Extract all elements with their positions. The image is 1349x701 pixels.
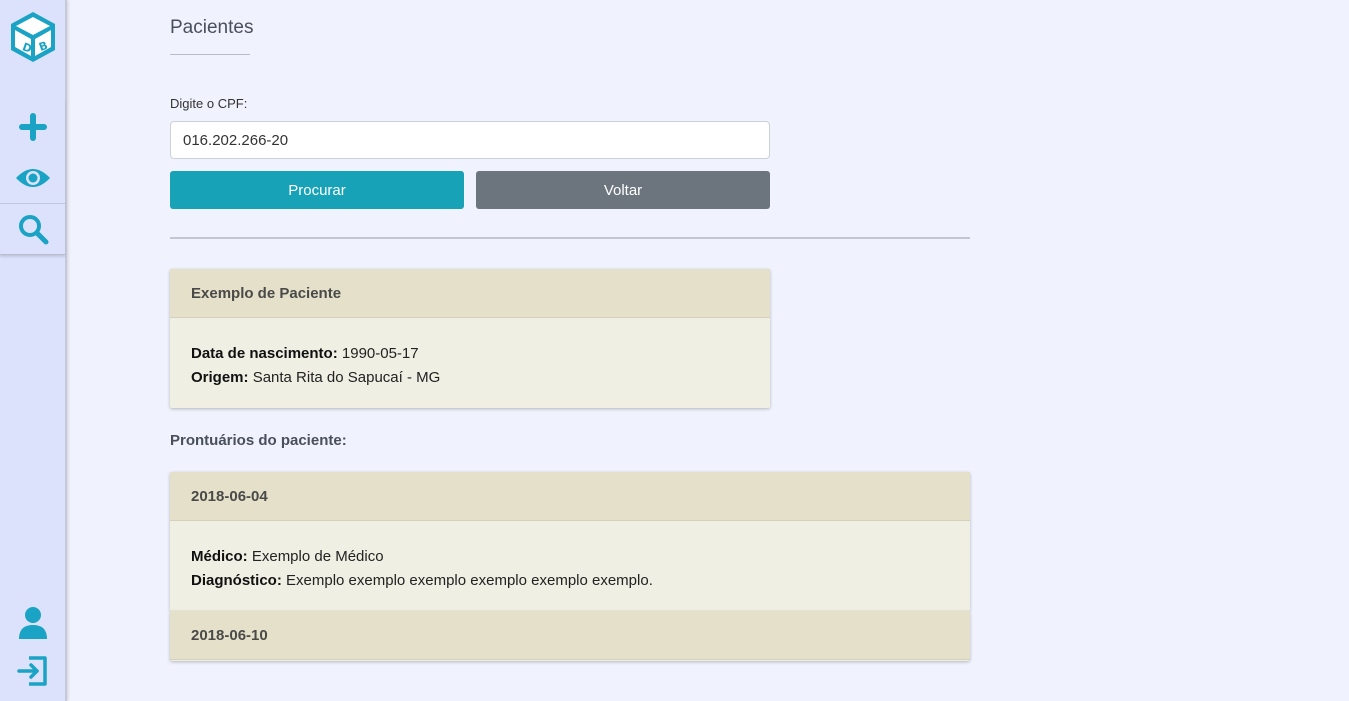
patient-name: Exemplo de Paciente — [170, 269, 770, 318]
records-heading: Prontuários do paciente: — [170, 432, 347, 449]
back-button[interactable]: Voltar — [476, 171, 770, 209]
sidebar-nav — [0, 101, 65, 255]
birth-date-label: Data de nascimento: — [191, 345, 338, 362]
eye-icon — [15, 168, 50, 187]
user-icon — [18, 607, 47, 639]
sidebar-item-add[interactable] — [0, 101, 65, 152]
diagnosis-row: Diagnóstico: Exemplo exemplo exemplo exe… — [191, 569, 949, 593]
origin-value: Santa Rita do Sapucaí - MG — [252, 369, 441, 386]
birth-date-value: 1990-05-17 — [341, 345, 419, 362]
record-card: 2018-06-04 Médico: Exemplo de Médico Dia… — [170, 472, 970, 611]
origin-row: Origem: Santa Rita do Sapucaí - MG — [191, 366, 749, 390]
diagnosis-label: Diagnóstico: — [191, 572, 282, 589]
logout-icon — [16, 656, 47, 686]
cpf-input[interactable] — [170, 121, 770, 159]
doctor-row: Médico: Exemplo de Médico — [191, 545, 949, 569]
diagnosis-value: Exemplo exemplo exemplo exemplo exemplo … — [286, 572, 653, 589]
plus-icon — [18, 112, 47, 141]
record-date-header[interactable]: 2018-06-04 — [170, 472, 970, 521]
title-underline — [170, 54, 250, 55]
record-details: Médico: Exemplo de Médico Diagnóstico: E… — [170, 521, 970, 593]
sidebar-item-profile[interactable] — [0, 600, 65, 646]
sidebar-item-search[interactable] — [0, 203, 65, 254]
birth-date-row: Data de nascimento: 1990-05-17 — [191, 342, 749, 366]
record-date-header[interactable]: 2018-06-10 — [170, 611, 970, 660]
app-logo[interactable]: D B — [8, 10, 58, 64]
search-icon — [18, 215, 48, 245]
patient-card: Exemplo de Paciente Data de nascimento: … — [170, 269, 770, 408]
cpf-label: Digite o CPF: — [170, 96, 248, 111]
doctor-label: Médico: — [191, 548, 248, 565]
page-title: Pacientes — [170, 17, 254, 38]
origin-label: Origem: — [191, 369, 249, 386]
record-card: 2018-06-10 — [170, 611, 970, 661]
divider — [170, 237, 970, 239]
sidebar: D B — [0, 0, 67, 701]
search-button[interactable]: Procurar — [170, 171, 464, 209]
doctor-value: Exemplo de Médico — [251, 548, 384, 565]
sidebar-item-view[interactable] — [0, 152, 65, 203]
patient-details: Data de nascimento: 1990-05-17 Origem: S… — [170, 318, 770, 390]
sidebar-item-logout[interactable] — [0, 648, 65, 694]
